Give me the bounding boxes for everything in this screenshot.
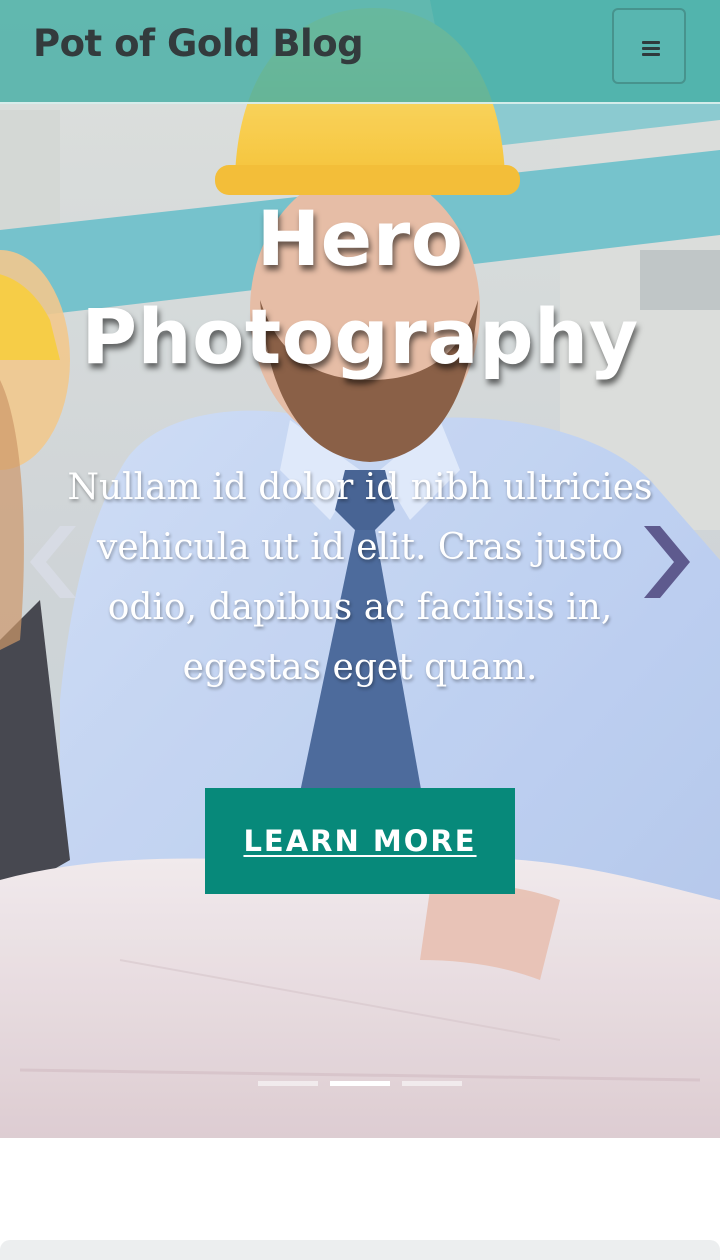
carousel-indicator[interactable] (402, 1081, 462, 1086)
carousel-indicator[interactable] (258, 1081, 318, 1086)
content-section (0, 1240, 720, 1260)
carousel-prev-button[interactable] (26, 520, 86, 604)
carousel-caption: Hero Photography Nullam id dolor id nibh… (40, 190, 680, 894)
carousel-indicator-active[interactable] (330, 1081, 390, 1086)
hero-text: Nullam id dolor id nibh ultricies vehicu… (67, 467, 653, 688)
chevron-left-icon (30, 526, 76, 598)
page: Hero Photography Nullam id dolor id nibh… (0, 0, 720, 1260)
menu-toggle-button[interactable] (612, 8, 686, 84)
learn-more-button[interactable]: LEARN MORE (205, 788, 515, 894)
top-navbar: Pot of Gold Blog (0, 0, 720, 104)
hero-title: Hero Photography (81, 194, 639, 381)
site-brand[interactable]: Pot of Gold Blog (33, 22, 364, 65)
chevron-right-icon (644, 526, 690, 598)
carousel-next-button[interactable] (634, 520, 694, 604)
hero-carousel: Hero Photography Nullam id dolor id nibh… (0, 0, 720, 1138)
carousel-indicators (258, 1081, 468, 1087)
